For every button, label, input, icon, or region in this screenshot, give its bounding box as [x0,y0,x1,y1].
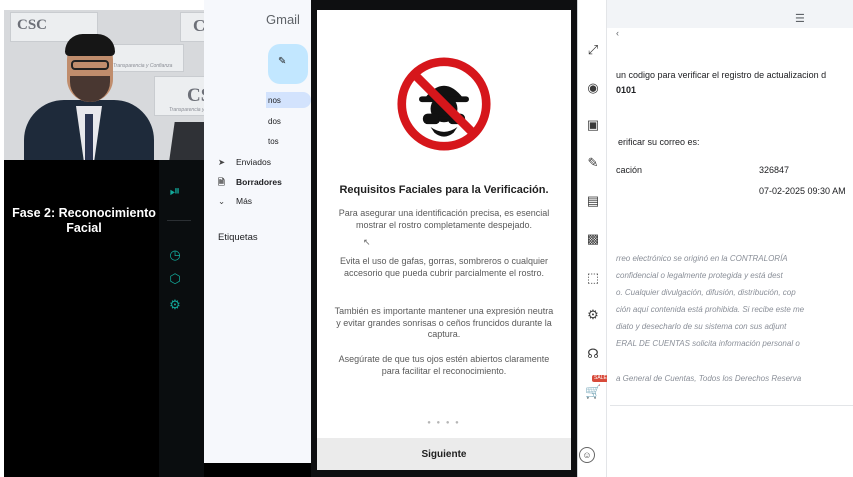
email-timestamp: 07-02-2025 09:30 AM [759,186,846,196]
instruction-paragraph: Asegúrate de que tus ojos estén abiertos… [338,354,550,376]
nav-item-drafts[interactable]: 🗎 Borradores [218,177,282,191]
email-divider [610,405,853,406]
nav-item-sent[interactable]: ➤ Enviados [218,157,271,168]
pager-dots: ● ● ● ● [427,420,461,426]
presenter-panel: Fase 2: Reconocimiento Facial [4,160,159,477]
filter-icon[interactable]: ☰ [795,12,805,25]
nav-item-label: Enviados [236,157,271,167]
cart-icon[interactable]: 🛒 [585,384,601,400]
compose-button[interactable]: ✎ [268,44,308,84]
labels-heading: Etiquetas [218,232,258,243]
legal-line: diato y desecharlo de su sistema con sus… [616,322,787,331]
legal-line: ción aquí contenida está prohibida. Si r… [616,305,805,314]
pencil-icon: ✎ [278,56,287,67]
nav-fragment[interactable]: nos [268,96,311,105]
instruction-paragraph: Para asegurar una identificación precisa… [338,208,550,230]
email-header-bar [607,0,853,28]
legal-line: ERAL DE CUENTAS solicita información per… [616,339,800,348]
pen-icon[interactable]: ✎ [585,155,601,171]
legal-line: confidencial o legalmente protegida y es… [616,271,783,280]
phone-screen: Requisitos Faciales para la Verificación… [317,10,571,470]
banner-slogan: Transparencia y Confianza [113,63,173,69]
banner-logo: CSC [17,17,48,33]
email-footer: a General de Cuentas, Todos los Derechos… [616,374,802,383]
play-icon[interactable]: ⏯ [168,184,182,198]
gear-icon[interactable]: ⚙ [168,298,182,312]
calendar-icon[interactable]: ▤ [585,193,601,209]
email-body-line: un codigo para verificar el registro de … [616,70,827,80]
presenter-beard [70,76,110,102]
email-code-fragment: 0101 [616,85,637,95]
email-row-label: cación [616,165,643,175]
instruction-paragraph: Evita el uso de gafas, gorras, sombreros… [339,256,549,278]
nav-item-label: Más [236,196,253,206]
note-icon[interactable]: ▩ [585,231,601,247]
draft-icon: 🗎 [218,177,225,187]
cube-icon[interactable]: ⬡ [168,272,182,286]
presenter-tie [85,114,93,160]
no-glasses-hat-icon [397,57,491,151]
app-sidebar: ⏯ ◷ ⬡ ⚙ [159,160,204,477]
requirements-title: Requisitos Faciales para la Verificación… [339,184,549,196]
back-caret-icon[interactable]: ‹ [616,28,619,38]
verification-code: 326847 [759,165,790,175]
sidebar-divider [167,220,191,221]
clock-icon[interactable]: ◷ [168,248,182,262]
email-body-line: erificar su correo es: [618,137,700,147]
emoji-icon[interactable]: ☺ [579,447,595,463]
bottom-bar [204,463,311,477]
record-icon[interactable]: ▣ [585,117,601,133]
chevron-down-icon: ⌄ [218,196,226,206]
gmail-nav-panel: Gmail ✎ nos dos tos ➤ Enviados 🗎 Borradore… [204,0,311,477]
presenter-glasses [71,60,109,70]
legal-line: rreo electrónico se originó en la CONTRA… [616,254,788,263]
legal-line: o. Cualquier divulgación, difusión, dist… [616,288,796,297]
nav-item-more[interactable]: ⌄ Más [218,196,252,207]
crop-icon[interactable]: ⬚ [585,270,601,286]
camera-icon[interactable]: ◉ [585,80,601,96]
send-icon: ➤ [218,157,226,167]
nav-fragment[interactable]: tos [268,137,311,146]
tool-strip: ⤢ ◉ ▣ ✎ ▤ ▩ ⬚ ⚙ ☊ 🛒 SALE [577,0,609,477]
instruction-paragraph: También es importante mantener una expre… [334,306,554,339]
presenter-hair [65,34,115,56]
nav-fragment[interactable]: dos [268,117,311,126]
mouse-cursor-icon: ↖ [363,237,371,247]
expand-icon[interactable]: ⤢ [585,42,601,58]
settings-icon[interactable]: ⚙ [585,307,601,323]
next-button[interactable]: Siguiente [317,438,571,470]
sponsor-banner: Transparencia y Confianza [104,44,184,72]
gmail-brand: Gmail [266,12,300,27]
headset-icon[interactable]: ☊ [585,346,601,362]
nav-item-label: Borradores [236,177,282,187]
phase-title: Fase 2: Reconocimiento Facial [12,206,156,235]
